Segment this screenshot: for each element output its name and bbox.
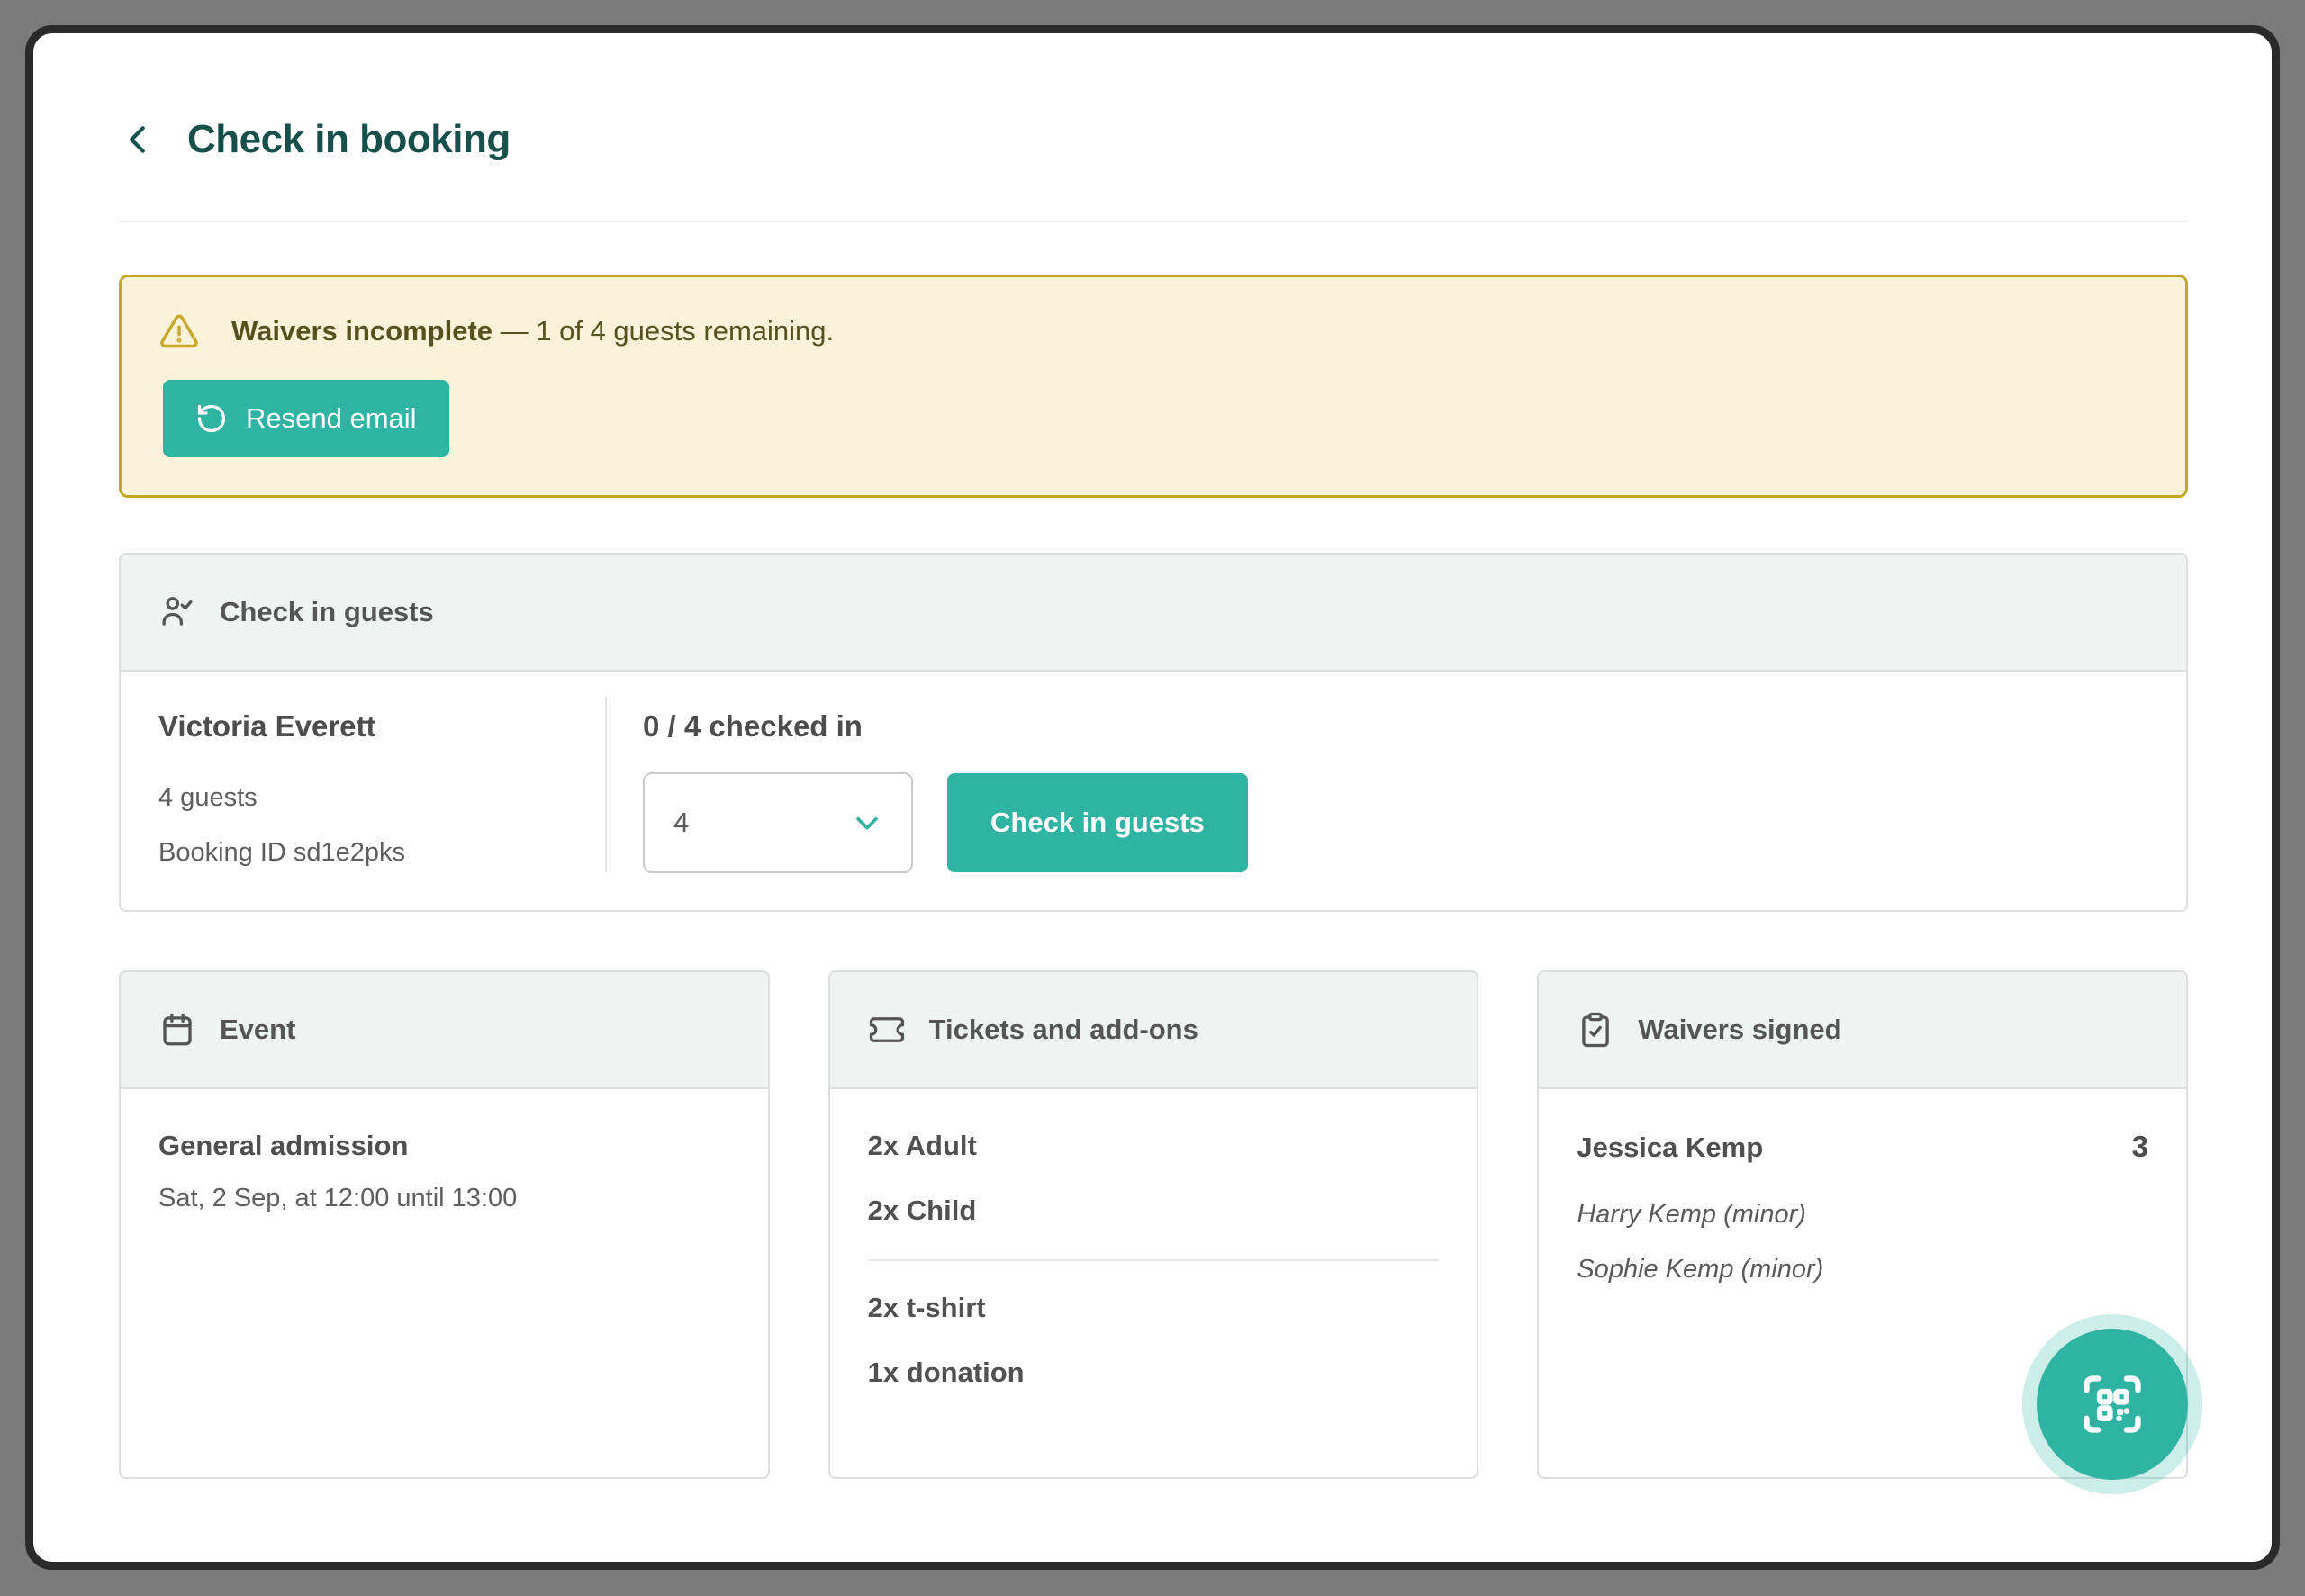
waiver-minor: Sophie Kemp (minor) xyxy=(1577,1242,2148,1297)
checked-in-progress: 0 / 4 checked in xyxy=(643,709,2148,744)
waiver-minor: Harry Kemp (minor) xyxy=(1577,1187,2148,1242)
guest-count-select-value: 4 xyxy=(673,807,689,839)
booking-checkin-window: Check in booking Waivers incomplete — 1 … xyxy=(25,25,2280,1570)
rotate-ccw-icon xyxy=(195,402,228,435)
waivers-card-header: Waivers signed xyxy=(1539,972,2186,1089)
waivers-card-title: Waivers signed xyxy=(1638,1014,1841,1046)
addon-item: 2x t-shirt xyxy=(868,1292,1440,1324)
qr-scan-button[interactable] xyxy=(2037,1329,2188,1480)
check-in-controls: 0 / 4 checked in 4 Check in guests xyxy=(643,709,2148,869)
qr-scan-icon xyxy=(2078,1370,2147,1438)
details-cards-row: Event General admission Sat, 2 Sep, at 1… xyxy=(119,970,2188,1479)
ticket-icon xyxy=(868,1011,906,1049)
clipboard-check-icon xyxy=(1577,1011,1614,1049)
check-in-guests-header: Check in guests xyxy=(121,555,2186,672)
page-title: Check in booking xyxy=(187,117,511,162)
warning-message: Waivers incomplete — 1 of 4 guests remai… xyxy=(231,315,834,347)
tickets-card-title: Tickets and add-ons xyxy=(929,1014,1198,1046)
booking-id: Booking ID sd1e2pks xyxy=(158,825,605,880)
panel-vertical-divider xyxy=(605,697,607,872)
event-card-header: Event xyxy=(121,972,768,1089)
chevron-left-icon xyxy=(122,122,156,157)
ticket-item: 2x Child xyxy=(868,1195,1440,1227)
tickets-card-header: Tickets and add-ons xyxy=(830,972,1478,1089)
guest-count-select[interactable]: 4 xyxy=(643,772,913,873)
event-time: Sat, 2 Sep, at 12:00 until 13:00 xyxy=(158,1184,730,1213)
event-card-title: Event xyxy=(220,1014,295,1046)
back-button[interactable] xyxy=(119,120,158,159)
event-name: General admission xyxy=(158,1130,730,1162)
waiver-signer-name: Jessica Kemp xyxy=(1577,1132,1763,1164)
calendar-icon xyxy=(158,1011,196,1049)
resend-email-button[interactable]: Resend email xyxy=(163,380,449,457)
tickets-addons-divider xyxy=(868,1259,1440,1261)
check-in-guests-button[interactable]: Check in guests xyxy=(947,773,1248,872)
check-in-guests-panel: Check in guests Victoria Everett 4 guest… xyxy=(119,553,2188,912)
addon-item: 1x donation xyxy=(868,1357,1440,1389)
ticket-item: 2x Adult xyxy=(868,1130,1440,1162)
page-header: Check in booking xyxy=(119,116,2188,163)
tickets-card: Tickets and add-ons 2x Adult 2x Child 2x… xyxy=(828,970,1479,1479)
waiver-count: 3 xyxy=(2132,1130,2148,1164)
user-check-icon xyxy=(158,593,196,631)
waivers-warning-banner: Waivers incomplete — 1 of 4 guests remai… xyxy=(119,275,2188,498)
warning-triangle-icon xyxy=(159,311,199,351)
resend-email-label: Resend email xyxy=(246,402,417,435)
chevron-down-icon xyxy=(852,807,882,838)
event-card: Event General admission Sat, 2 Sep, at 1… xyxy=(119,970,770,1479)
title-divider xyxy=(119,221,2188,222)
guest-count: 4 guests xyxy=(158,771,605,825)
booking-summary: Victoria Everett 4 guests Booking ID sd1… xyxy=(158,709,605,869)
guest-name: Victoria Everett xyxy=(158,709,605,744)
check-in-guests-title: Check in guests xyxy=(220,596,434,628)
